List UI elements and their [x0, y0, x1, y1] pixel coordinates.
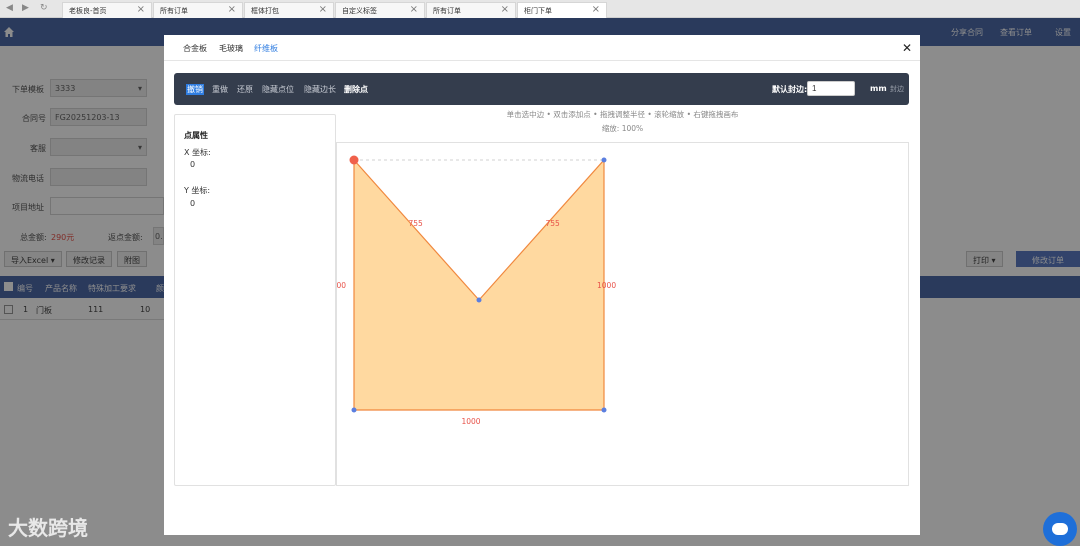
selected-vertex-point[interactable] [349, 155, 359, 165]
shape-svg[interactable]: 755 755 1000 1000 1000 [337, 143, 908, 485]
editor-toolbar: 撤销 重做 还原 隐藏点位 隐藏边长 删除点 默认封边: mm 封边 [174, 73, 909, 105]
browser-tab-active[interactable]: 柜门下单 × [517, 2, 607, 18]
tab-alloy-board[interactable]: 合金板 [183, 43, 207, 54]
close-icon[interactable]: × [319, 4, 327, 15]
undo-button[interactable]: 撤销 [186, 84, 204, 95]
close-icon[interactable]: × [228, 4, 236, 15]
browser-tab[interactable]: 框体打包 × [244, 2, 334, 18]
panel-shape[interactable] [353, 158, 605, 411]
close-icon[interactable]: ✕ [902, 41, 912, 55]
delete-point-button[interactable]: 删除点 [344, 84, 368, 95]
edge-length-label[interactable]: 755 [409, 219, 424, 228]
browser-tab-strip: ◀ ▶ ↻ 老板良-首页 × 所有订单 × 框体打包 × 自定义标签 × 所有订单 × 柜… [0, 0, 1080, 18]
refresh-icon[interactable]: ↻ [40, 3, 48, 13]
close-icon[interactable]: × [501, 4, 509, 15]
tab-label: 所有订单 [433, 7, 461, 15]
material-tabs: 合金板 毛玻璃 纤维板 ✕ [164, 35, 920, 61]
close-icon[interactable]: × [137, 4, 145, 15]
browser-tab[interactable]: 所有订单 × [426, 2, 516, 18]
vertex-point[interactable] [601, 157, 607, 163]
drawing-canvas[interactable]: 755 755 1000 1000 1000 [336, 142, 909, 486]
x-coord-label: X 坐标: [184, 148, 211, 157]
vertex-point[interactable] [351, 407, 357, 413]
browser-tab[interactable]: 所有订单 × [153, 2, 243, 18]
tab-label: 老板良-首页 [69, 7, 107, 15]
point-properties-panel: 点属性 X 坐标: 0 Y 坐标: 0 [174, 114, 336, 486]
redo-button[interactable]: 重做 [212, 84, 228, 95]
edge-length-label[interactable]: 1000 [461, 417, 480, 426]
tab-label: 柜门下单 [524, 7, 552, 15]
tab-label: 自定义标签 [342, 7, 377, 15]
chat-icon [1052, 523, 1068, 535]
default-seal-label: 默认封边: [772, 85, 808, 94]
zoom-indicator: 缩放: 100% [601, 124, 644, 133]
close-icon[interactable]: × [410, 4, 418, 15]
y-coord-value[interactable]: 0 [190, 199, 195, 208]
browser-tab[interactable]: 老板良-首页 × [62, 2, 152, 18]
unit-label: mm [870, 84, 887, 93]
seal-suffix-label: 封边 [890, 85, 904, 93]
browser-tab[interactable]: 自定义标签 × [335, 2, 425, 18]
hide-edge-length-button[interactable]: 隐藏边长 [304, 84, 336, 95]
forward-icon[interactable]: ▶ [22, 3, 29, 13]
hide-points-button[interactable]: 隐藏点位 [262, 84, 294, 95]
close-icon[interactable]: × [592, 4, 600, 15]
vertex-point[interactable] [476, 297, 482, 303]
x-coord-value[interactable]: 0 [190, 160, 195, 169]
tab-frosted-glass[interactable]: 毛玻璃 [219, 43, 243, 54]
panel-title: 点属性 [184, 131, 208, 140]
tab-fiberboard[interactable]: 纤维板 [254, 43, 278, 54]
y-coord-label: Y 坐标: [184, 186, 211, 195]
tab-label: 框体打包 [251, 7, 279, 15]
back-icon[interactable]: ◀ [6, 3, 13, 13]
edge-length-label[interactable]: 1000 [597, 281, 616, 290]
default-seal-input[interactable] [807, 81, 855, 96]
vertex-point[interactable] [601, 407, 607, 413]
restore-button[interactable]: 还原 [237, 84, 253, 95]
watermark-logo: 大数跨境 [8, 516, 88, 540]
edge-length-label[interactable]: 755 [546, 219, 561, 228]
chat-button[interactable] [1043, 512, 1077, 546]
shape-editor-modal: 合金板 毛玻璃 纤维板 ✕ 撤销 重做 还原 隐藏点位 隐藏边长 删除点 默认封… [164, 35, 920, 535]
edge-length-label[interactable]: 1000 [337, 281, 346, 290]
usage-hint: 单击选中边 • 双击添加点 • 拖拽调整半径 • 滚轮缩放 • 右键拖拽画布 [506, 110, 739, 119]
tab-label: 所有订单 [160, 7, 188, 15]
